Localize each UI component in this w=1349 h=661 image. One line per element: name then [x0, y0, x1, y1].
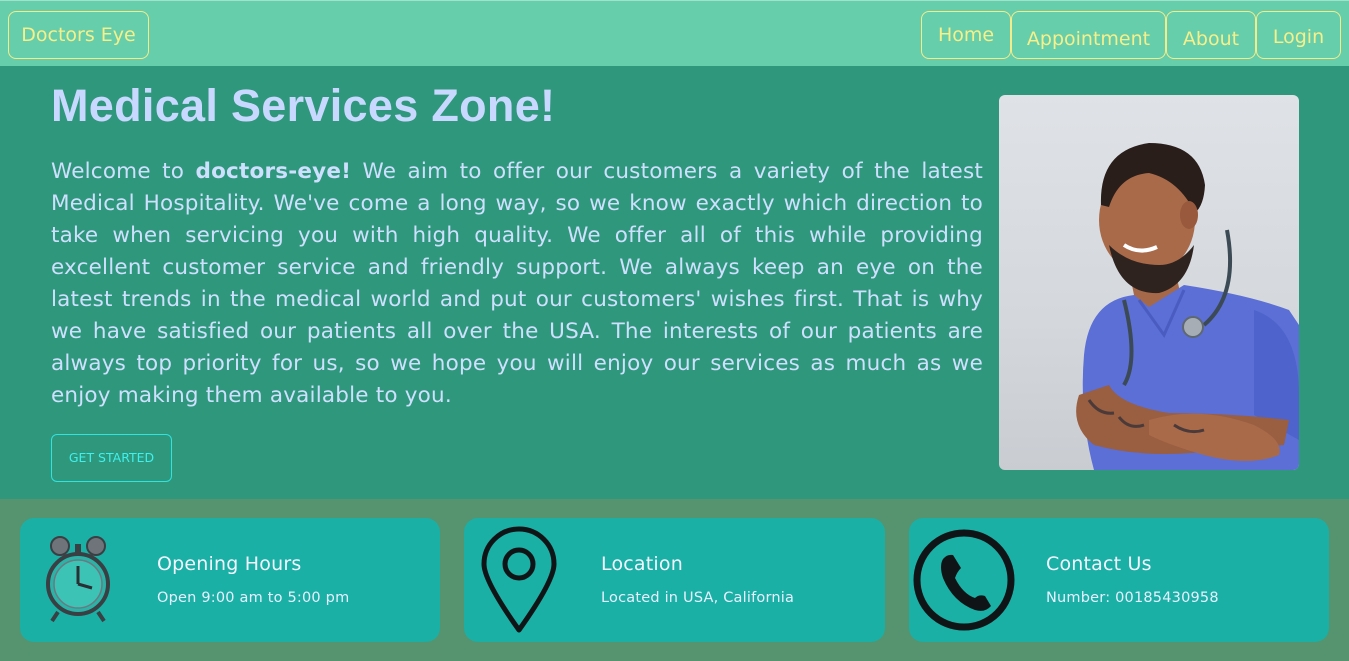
phone-icon — [913, 526, 1023, 634]
nav-home-link[interactable]: Home — [921, 11, 1011, 59]
location-pin-icon — [476, 526, 586, 634]
doctor-photo — [999, 95, 1299, 470]
location-text: Located in USA, California — [601, 590, 795, 606]
opening-hours-title: Opening Hours — [157, 553, 302, 575]
contact-card: Contact Us Number: 00185430958 — [909, 518, 1329, 642]
location-title: Location — [601, 553, 683, 575]
brand-logo-button[interactable]: Doctors Eye — [8, 11, 149, 59]
contact-text: Number: 00185430958 — [1046, 590, 1219, 606]
location-card: Location Located in USA, California — [464, 518, 885, 642]
hero-title: Medical Services Zone! — [51, 80, 556, 131]
intro-body: We aim to offer our customers a variety … — [51, 159, 983, 408]
alarm-clock-icon — [38, 526, 148, 634]
intro-brand: doctors-eye! — [195, 159, 352, 184]
doctor-illustration — [1076, 143, 1299, 470]
opening-hours-card: Opening Hours Open 9:00 am to 5:00 pm — [20, 518, 440, 642]
nav-appointment-link[interactable]: Appointment — [1011, 11, 1166, 59]
intro-prefix: Welcome to — [51, 159, 196, 184]
nav-about-link[interactable]: About — [1166, 11, 1256, 59]
opening-hours-text: Open 9:00 am to 5:00 pm — [157, 590, 350, 606]
nav-login-link[interactable]: Login — [1256, 11, 1341, 59]
info-cards-section: Opening Hours Open 9:00 am to 5:00 pm Lo… — [0, 499, 1349, 661]
contact-title: Contact Us — [1046, 553, 1152, 575]
hero-section: Medical Services Zone! Welcome to doctor… — [0, 66, 1349, 499]
get-started-button[interactable]: GET STARTED — [51, 434, 172, 482]
navbar: Doctors Eye Home Appointment About Login — [0, 0, 1349, 66]
hero-description: Welcome to doctors-eye! We aim to offer … — [51, 156, 983, 412]
